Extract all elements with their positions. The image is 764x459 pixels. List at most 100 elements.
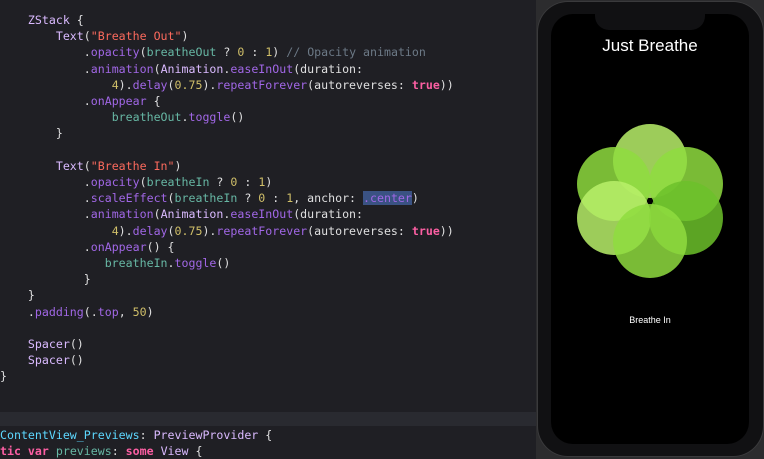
code-token: . [167,256,175,270]
code-token: toggle [174,256,217,270]
code-token: ) [146,304,154,319]
code-token: toggle [188,110,231,125]
code-token: } [0,272,91,287]
code-token: . [0,45,91,60]
code-token: ) [265,175,273,189]
code-line[interactable]: .animation(Animation.easeInOut(duration: [0,61,363,77]
code-line[interactable]: 4).delay(0.75).repeatForever(autoreverse… [0,223,454,239]
code-token: (autoreverses: [307,223,412,238]
code-token: () [216,256,231,270]
code-token: . [0,191,91,206]
code-token: "Breathe In" [90,158,175,173]
code-token: (duration: [293,207,364,222]
code-token: { [146,94,161,108]
code-token: . [0,175,91,189]
code-token: delay [132,77,168,92]
code-token: ZStack [27,13,70,27]
flower-petal [613,204,687,278]
code-token: PreviewProvider [153,428,259,442]
code-token: View [160,444,189,458]
code-token: repeatForever [216,223,308,238]
code-line[interactable]: .animation(Animation.easeInOut(duration: [0,206,363,222]
code-token: var [27,444,49,458]
code-token: (autoreverses: [307,77,412,92]
code-token: ( [167,191,175,206]
code-token: )) [439,77,454,92]
code-token: ? [237,191,259,206]
code-token: 4 [111,77,119,92]
code-line[interactable]: tic var previews: some View { [0,443,202,459]
code-token: (duration: [293,61,364,76]
code-token: Animation [160,61,224,76]
code-token: () [69,353,84,368]
code-line[interactable]: ContentView_Previews: PreviewProvider { [0,427,272,443]
code-token: Text [55,158,84,173]
code-token: breatheOut [146,45,217,60]
code-line[interactable]: } [0,368,7,384]
code-line[interactable]: Spacer() [0,352,84,368]
code-line[interactable]: } [0,125,63,141]
code-line[interactable]: .opacity(breatheOut ? 0 : 1) // Opacity … [0,44,426,60]
iphone-notch [595,10,705,30]
code-line[interactable]: .onAppear { [0,93,161,109]
code-token: top [97,304,119,319]
code-line[interactable]: } [0,287,35,303]
code-token: ( [83,158,91,173]
code-line[interactable]: Spacer() [0,336,84,352]
code-line[interactable]: Text("Breathe Out") [0,28,189,44]
code-line[interactable]: } [0,271,91,287]
code-token: } [0,126,63,141]
code-token: repeatForever [216,77,308,92]
code-token: breatheIn [104,256,168,270]
code-token: "Breathe Out" [90,29,182,44]
code-token: )) [439,223,454,238]
code-token: easeInOut [230,61,294,76]
code-token: ( [139,175,147,189]
code-line[interactable]: 4).delay(0.75).repeatForever(autoreverse… [0,77,454,93]
code-line[interactable]: .opacity(breatheIn ? 0 : 1) [0,174,273,190]
flower-center-dot [647,198,653,204]
code-line[interactable]: .scaleEffect(breatheIn ? 0 : 1, anchor: … [0,190,419,206]
code-token: 50 [132,304,147,319]
code-token: ) [174,158,182,173]
code-token: ). [202,77,217,92]
code-token: ) [411,191,419,206]
code-token: ). [202,223,217,238]
code-token: ( [153,207,161,222]
code-token: breatheIn [146,175,210,189]
code-token: { [258,428,273,442]
code-token: some [125,444,154,458]
code-token: 0.75 [174,77,203,92]
code-token: padding [34,304,84,319]
code-token: 0.75 [174,223,203,238]
code-token: delay [132,223,168,238]
code-token: () [69,337,84,351]
code-line[interactable]: Text("Breathe In") [0,158,182,174]
breathe-status-label: Breathe In [629,315,671,325]
code-line[interactable]: .onAppear() { [0,239,175,255]
code-editor[interactable]: ZStack { Text("Breathe Out") .opacity(br… [0,0,536,459]
code-line[interactable]: breatheIn.toggle() [0,255,231,271]
code-token: : [265,191,287,206]
code-token: opacity [90,175,140,189]
code-token: : [139,428,154,442]
code-line[interactable]: ZStack { [0,12,84,28]
code-token: ? [209,175,231,189]
code-token: animation [90,61,154,76]
code-token: ( [167,77,175,92]
code-token: ? [216,45,238,60]
code-token: Spacer [27,353,70,368]
code-token: true [411,77,440,92]
code-line[interactable]: breatheOut.toggle() [0,109,245,125]
code-token: . [0,239,91,254]
code-line[interactable]: .padding(.top, 50) [0,304,154,320]
code-token: : [237,175,259,189]
